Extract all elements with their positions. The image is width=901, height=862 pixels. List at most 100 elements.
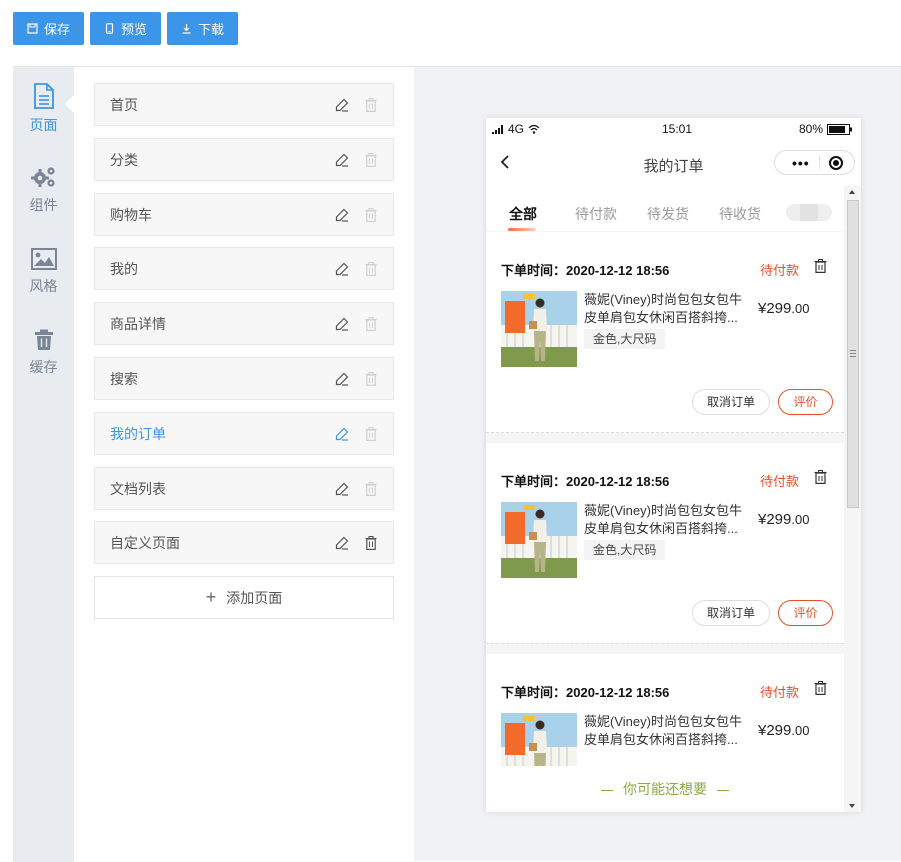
tab-all[interactable]: 全部 [509,204,537,224]
page-item[interactable]: 文档列表 [94,467,394,510]
download-button[interactable]: 下载 [167,12,239,45]
cancel-order-button[interactable]: 取消订单 [692,600,770,626]
tab-overflow[interactable] [786,204,832,221]
recommend-header: 你可能还想要 [486,766,844,812]
page-item-label: 分类 [110,151,138,168]
vertical-scrollbar[interactable] [844,186,861,812]
close-miniapp-icon[interactable] [829,156,843,170]
left-rail: 页面 组件 风格 缓存 [13,67,74,862]
page-item[interactable]: 商品详情 [94,302,394,345]
phone-preview: 4G 15:01 80% 我的订单 ••• 全部 待付款 待发货 待收货 下单时… [486,118,861,812]
edit-icon[interactable] [334,261,350,277]
page-item-label: 搜索 [110,370,138,387]
delete-icon[interactable] [363,97,379,113]
cancel-order-button[interactable]: 取消订单 [692,389,770,415]
order-card: 下单时间：2020-12-12 18:56 待付款 薇妮(Viney)时尚包包女包牛… [486,443,844,644]
order-status: 待付款 [760,685,800,700]
product-sku: 金色,大尺码 [584,540,666,560]
rail-item-style[interactable]: 风格 [13,242,74,296]
tab-pending-shipment[interactable]: 待发货 [647,204,689,224]
edit-icon[interactable] [334,316,350,332]
order-card: 下单时间：2020-12-12 18:56 待付款 薇妮(Viney)时尚包包女包牛… [486,232,844,433]
page-item[interactable]: 首页 [94,83,394,126]
price-decimal: .00 [791,512,810,527]
preview-button[interactable]: 预览 [90,12,162,45]
product-thumbnail[interactable] [501,291,577,367]
signal-icon [492,124,503,134]
edit-icon[interactable] [334,152,350,168]
page-item[interactable]: 搜索 [94,357,394,400]
page-item-label: 我的 [110,260,138,277]
status-bar: 4G 15:01 80% [486,118,861,140]
preview-button-label: 预览 [121,22,148,37]
delete-icon[interactable] [363,316,379,332]
add-page-label: 添加页面 [226,589,283,606]
download-button-label: 下载 [198,22,225,37]
rail-item-label: 页面 [29,117,58,133]
order-time: 下单时间：2020-12-12 18:56 [501,474,670,489]
save-button[interactable]: 保存 [13,12,85,45]
mini-program-capsule: ••• [774,150,855,175]
order-time: 下单时间：2020-12-12 18:56 [501,685,670,700]
edit-icon[interactable] [334,207,350,223]
price-integer: 299 [766,300,792,317]
review-button[interactable]: 评价 [778,389,833,415]
more-icon[interactable]: ••• [792,155,810,171]
edit-icon[interactable] [334,426,350,442]
review-button[interactable]: 评价 [778,600,833,626]
capsule-divider [819,156,820,170]
page-item[interactable]: 分类 [94,138,394,181]
wifi-icon [528,124,540,134]
rail-item-cache[interactable]: 缓存 [13,323,74,377]
edit-icon[interactable] [334,481,350,497]
delete-icon[interactable] [363,426,379,442]
scroll-down-icon[interactable] [849,804,855,808]
phone-icon [105,23,114,34]
page-item-label: 商品详情 [110,315,166,332]
scroll-grip-icon [850,350,856,357]
product-name[interactable]: 薇妮(Viney)时尚包包女包牛皮单肩包女休闲百搭斜挎... [584,291,750,327]
rail-item-components[interactable]: 组件 [13,161,74,215]
page-item[interactable]: 自定义页面 [94,521,394,564]
edit-icon[interactable] [334,97,350,113]
card-divider [486,432,844,433]
order-status: 待付款 [760,474,800,489]
delete-order-icon[interactable] [814,259,827,273]
tab-pending-payment[interactable]: 待付款 [575,204,617,224]
toolbar: 保存 预览 下载 [13,12,239,45]
page-item[interactable]: 我的 [94,247,394,290]
delete-icon[interactable] [363,481,379,497]
edit-icon[interactable] [334,371,350,387]
rail-item-label: 组件 [29,197,58,213]
rail-active-caret [65,95,74,113]
scroll-up-icon[interactable] [849,190,855,194]
document-icon [33,83,54,109]
product-photo [501,291,577,367]
delete-icon[interactable] [363,152,379,168]
edit-icon[interactable] [334,535,350,551]
delete-icon[interactable] [363,207,379,223]
product-name[interactable]: 薇妮(Viney)时尚包包女包牛皮单肩包女休闲百搭斜挎... [584,502,750,538]
order-tabs: 全部 待付款 待发货 待收货 [486,198,844,231]
delete-order-icon[interactable] [814,470,827,484]
page-item[interactable]: 我的订单 [94,412,394,455]
product-name[interactable]: 薇妮(Viney)时尚包包女包牛皮单肩包女休闲百搭斜挎... [584,713,750,749]
price-integer: 299 [766,511,792,528]
product-thumbnail[interactable] [501,502,577,578]
rail-item-label: 缓存 [29,359,58,375]
recommend-label: 你可能还想要 [623,781,707,797]
product-photo [501,502,577,578]
order-list: 下单时间：2020-12-12 18:56 待付款 薇妮(Viney)时尚包包女包牛… [486,231,844,812]
delete-icon[interactable] [363,535,379,551]
status-time: 15:01 [662,122,693,136]
tab-pending-receipt[interactable]: 待收货 [719,204,761,224]
delete-order-icon[interactable] [814,681,827,695]
delete-icon[interactable] [363,261,379,277]
page-item-label: 文档列表 [110,480,166,497]
add-page-button[interactable]: + 添加页面 [94,576,394,619]
price-integer: 299 [766,722,792,739]
delete-icon[interactable] [363,371,379,387]
download-icon [182,24,191,34]
page-item[interactable]: 购物车 [94,193,394,236]
price-decimal: .00 [791,723,810,738]
